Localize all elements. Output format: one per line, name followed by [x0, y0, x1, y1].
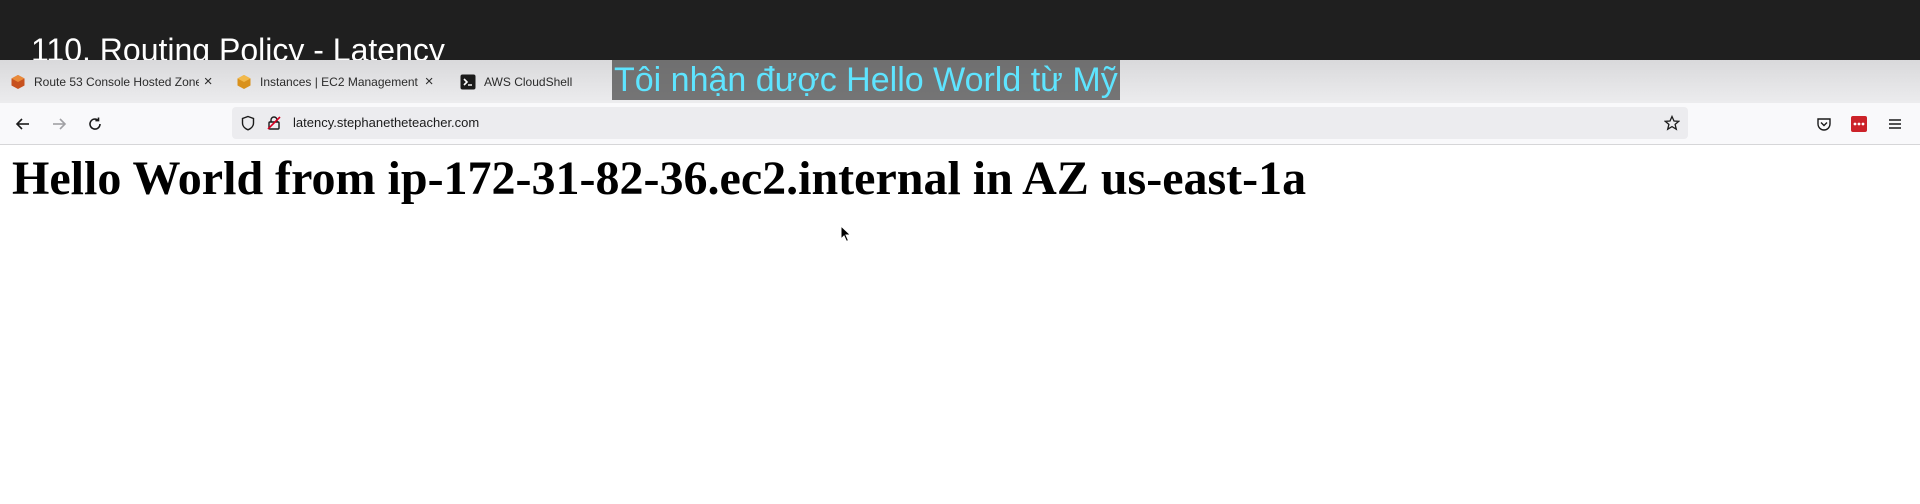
page-heading: Hello World from ip-172-31-82-36.ec2.int… — [12, 152, 1307, 205]
url-text[interactable]: latency.stephanetheteacher.com — [293, 107, 479, 139]
tracking-protection-shield-icon[interactable] — [240, 115, 256, 131]
tab-label: Route 53 Console Hosted Zones — [34, 74, 200, 89]
tab-cloudshell[interactable]: AWS CloudShell — [460, 60, 600, 103]
forward-arrow-icon[interactable] — [46, 111, 72, 137]
tab-label: Instances | EC2 Management Co — [260, 74, 421, 89]
ec2-icon — [236, 74, 252, 90]
close-tab-icon[interactable]: × — [422, 74, 436, 89]
tab-ec2-instances[interactable]: Instances | EC2 Management Co × — [236, 60, 436, 103]
tab-label: AWS CloudShell — [484, 74, 573, 89]
pocket-icon[interactable] — [1811, 111, 1837, 137]
tab-route53[interactable]: Route 53 Console Hosted Zones × — [10, 60, 215, 103]
navigation-toolbar: latency.stephanetheteacher.com — [0, 103, 1920, 145]
close-tab-icon[interactable]: × — [201, 74, 215, 89]
url-bar[interactable]: latency.stephanetheteacher.com — [232, 107, 1688, 139]
route53-icon — [10, 74, 26, 90]
bookmark-star-icon[interactable] — [1664, 115, 1680, 131]
url-domain: stephanetheteacher.com — [336, 115, 480, 130]
subtitle-caption: Tôi nhận được Hello World từ Mỹ — [612, 60, 1120, 100]
terminal-icon — [460, 74, 476, 90]
url-subdomain: latency. — [293, 115, 337, 130]
reload-icon[interactable] — [82, 111, 108, 137]
video-title-bar: 110. Routing Policy - Latency — [0, 0, 1920, 68]
page-content: Hello World from ip-172-31-82-36.ec2.int… — [0, 145, 1920, 504]
hamburger-menu-icon[interactable] — [1882, 111, 1908, 137]
back-arrow-icon[interactable] — [10, 111, 36, 137]
mouse-cursor-icon — [840, 225, 852, 243]
extension-icon[interactable] — [1846, 111, 1872, 137]
insecure-connection-icon[interactable] — [266, 115, 282, 131]
